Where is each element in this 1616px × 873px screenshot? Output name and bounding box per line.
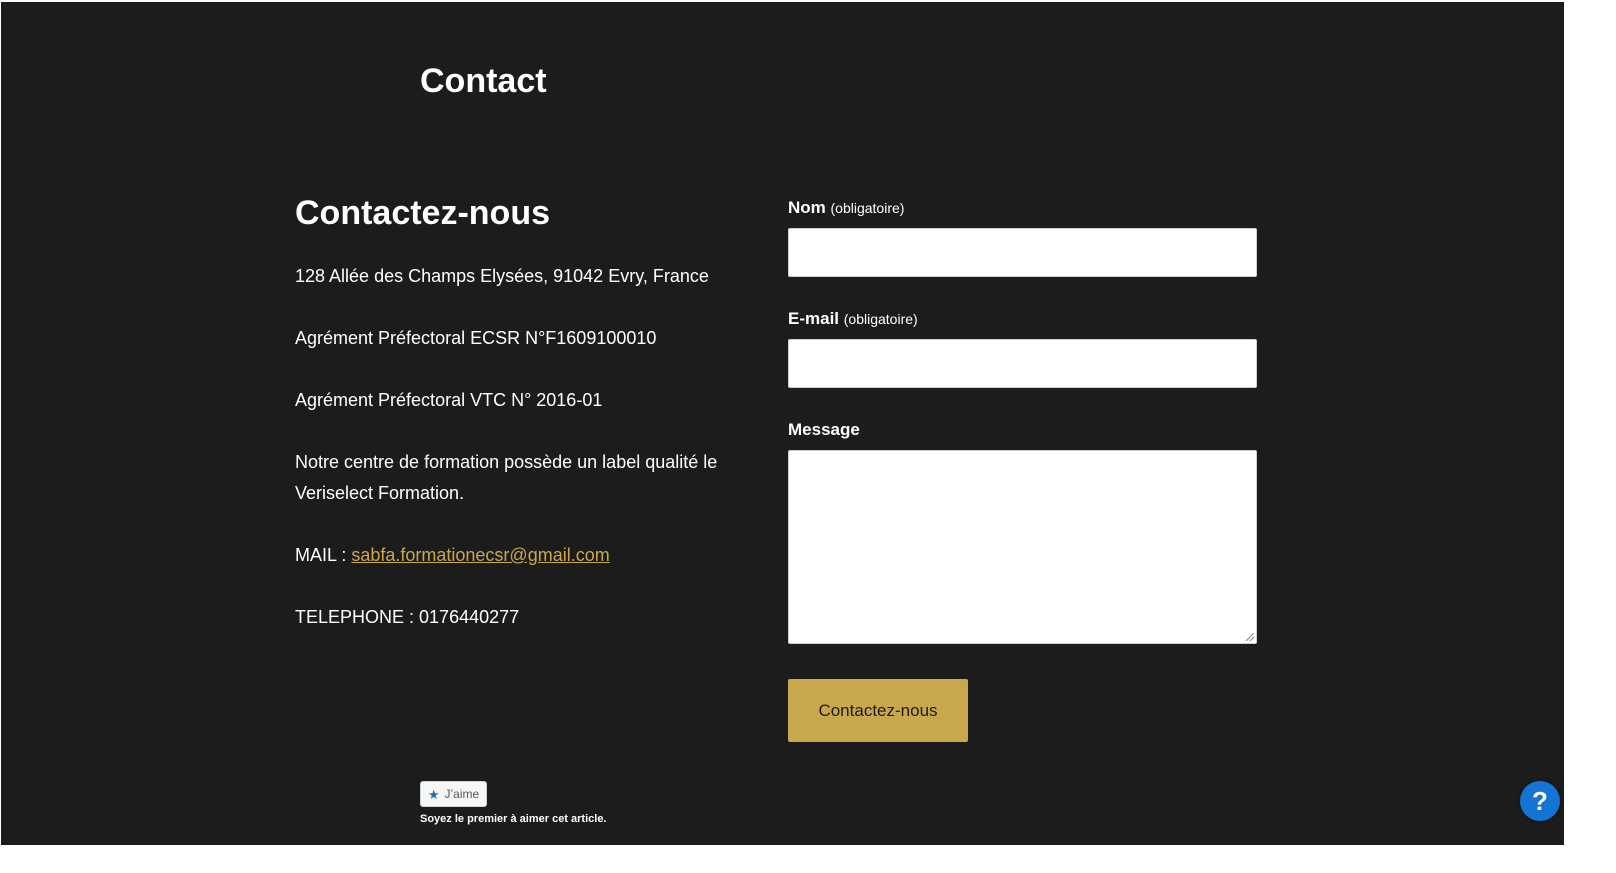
mail-prefix: MAIL :	[295, 545, 352, 565]
message-label: Message	[788, 418, 1257, 442]
message-field[interactable]	[788, 450, 1257, 644]
message-label-text: Message	[788, 420, 860, 439]
phone-text: TELEPHONE : 0176440277	[295, 607, 520, 627]
contact-form: Nom (obligatoire) E-mail (obligatoire) M…	[788, 196, 1257, 644]
help-icon[interactable]: ?	[1520, 781, 1560, 821]
vtc-agreement-text: Agrément Préfectoral VTC N° 2016-01	[295, 390, 603, 410]
mail-line: MAIL : sabfa.formationecsr@gmail.com	[295, 540, 735, 571]
resize-grip-icon[interactable]	[1246, 633, 1254, 641]
email-label-text: E-mail	[788, 309, 840, 328]
mail-link[interactable]: sabfa.formationecsr@gmail.com	[351, 545, 609, 565]
contact-info: Contactez-nous 128 Allée des Champs Elys…	[295, 188, 735, 633]
ecsr-agreement-text: Agrément Préfectoral ECSR N°F1609100010	[295, 328, 657, 348]
email-label: E-mail (obligatoire)	[788, 307, 1257, 331]
name-label-text: Nom	[788, 198, 826, 217]
like-button-label: J’aime	[444, 787, 480, 801]
contact-heading: Contactez-nous	[295, 194, 550, 232]
name-label: Nom (obligatoire)	[788, 196, 1257, 220]
star-icon: ★	[427, 786, 440, 802]
address-text: 128 Allée des Champs Elysées, 91042 Evry…	[295, 266, 709, 286]
quality-label-text: Notre centre de formation possède un lab…	[295, 452, 718, 503]
name-required-text: (obligatoire)	[830, 200, 905, 216]
name-field[interactable]	[788, 228, 1257, 277]
page-frame: Contact Contactez-nous 128 Allée des Cha…	[1, 2, 1564, 845]
like-button[interactable]: ★ J’aime	[420, 781, 487, 807]
email-field[interactable]	[788, 339, 1257, 388]
submit-button[interactable]: Contactez-nous	[788, 679, 968, 742]
like-caption: Soyez le premier à aimer cet article.	[420, 813, 607, 825]
page-title: Contact	[420, 62, 547, 100]
email-required-text: (obligatoire)	[843, 311, 918, 327]
